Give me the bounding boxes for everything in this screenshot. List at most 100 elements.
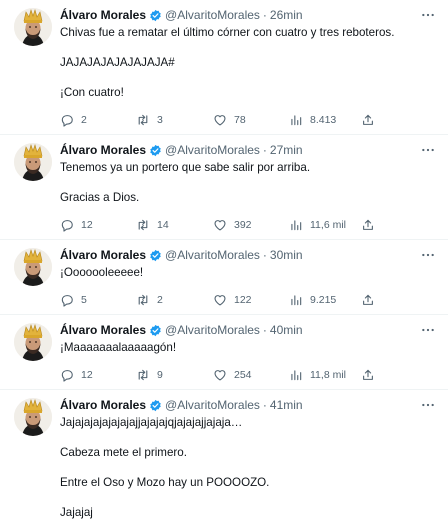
reply-icon — [61, 295, 73, 307]
reply-button[interactable]: 12 — [60, 368, 136, 382]
like-button[interactable]: 254 — [213, 368, 289, 382]
retweet-button[interactable]: 14 — [136, 218, 213, 232]
tweet-header: Álvaro Morales @AlvaritoMorales · 30min — [60, 247, 436, 263]
share-button[interactable] — [361, 218, 375, 232]
tweet-text-line: JAJAJAJAJAJAJAJA# — [60, 56, 175, 69]
more-icon[interactable] — [420, 7, 436, 23]
author-handle[interactable]: @AlvaritoMorales — [165, 7, 260, 23]
reply-count: 12 — [81, 219, 93, 231]
avatar[interactable] — [14, 248, 52, 286]
views-count: 8.413 — [310, 114, 337, 126]
tweet-content: Álvaro Morales @AlvaritoMorales · 41min … — [60, 397, 436, 520]
tweet-actions: 12 9 254 11,8 mil — [60, 361, 436, 389]
tweet[interactable]: Álvaro Morales @AlvaritoMorales · 41min … — [0, 390, 448, 520]
tweet[interactable]: Álvaro Morales @AlvaritoMorales · 26min … — [0, 0, 448, 135]
more-icon[interactable] — [420, 397, 436, 413]
avatar[interactable] — [14, 143, 52, 181]
share-button[interactable] — [361, 368, 375, 382]
tweet-actions: 12 14 392 11,6 mil — [60, 211, 436, 239]
timestamp[interactable]: 30min — [270, 247, 303, 263]
tweet-text: ¡Ooooooleeeee! — [60, 265, 436, 280]
tweet-text-gap — [60, 40, 436, 55]
tweet-text: Jajajajajajajajajjajajajqjajajajjajaja… C… — [60, 415, 436, 520]
tweet-text-line: Tenemos ya un portero que sabe salir por… — [60, 161, 311, 174]
reply-icon — [61, 220, 73, 232]
retweet-button[interactable]: 9 — [136, 368, 213, 382]
tweet-text: Tenemos ya un portero que sabe salir por… — [60, 160, 436, 205]
author-name[interactable]: Álvaro Morales — [60, 322, 146, 338]
author-name[interactable]: Álvaro Morales — [60, 7, 146, 23]
retweet-count: 9 — [157, 369, 163, 381]
tweet-text-line: ¡Ooooooleeeee! — [60, 266, 144, 279]
retweet-icon — [138, 219, 148, 231]
reply-button[interactable]: 12 — [60, 218, 136, 232]
author-handle[interactable]: @AlvaritoMorales — [165, 247, 260, 263]
timestamp[interactable]: 26min — [270, 7, 303, 23]
like-button[interactable]: 122 — [213, 293, 289, 307]
more-icon[interactable] — [420, 247, 436, 263]
like-count: 392 — [234, 219, 252, 231]
tweet-content: Álvaro Morales @AlvaritoMorales · 27min … — [60, 142, 436, 239]
tweet-text-line: Jajajaj — [60, 506, 93, 519]
timestamp[interactable]: 27min — [270, 142, 303, 158]
tweet-text-line: Cabeza mete el primero. — [60, 446, 187, 459]
views-button[interactable]: 9.215 — [289, 293, 361, 307]
timestamp[interactable]: 40min — [270, 322, 303, 338]
retweet-icon — [138, 294, 148, 306]
like-button[interactable]: 392 — [213, 218, 289, 232]
tweet-feed: Álvaro Morales @AlvaritoMorales · 26min … — [0, 0, 448, 524]
more-icon[interactable] — [420, 322, 436, 338]
tweet-text-gap — [60, 175, 436, 190]
tweet-text: ¡Maaaaaaalaaaaagón! — [60, 340, 436, 355]
reply-button[interactable]: 2 — [60, 113, 136, 127]
author-handle[interactable]: @AlvaritoMorales — [165, 397, 260, 413]
author-handle[interactable]: @AlvaritoMorales — [165, 322, 260, 338]
share-button[interactable] — [361, 293, 375, 307]
retweet-icon — [138, 114, 148, 126]
tweet-content: Álvaro Morales @AlvaritoMorales · 40min … — [60, 322, 436, 389]
reply-count: 5 — [81, 294, 87, 306]
tweet-text-gap — [60, 430, 436, 445]
retweet-icon — [138, 369, 148, 381]
tweet-header: Álvaro Morales @AlvaritoMorales · 41min — [60, 397, 436, 413]
timestamp[interactable]: 41min — [270, 397, 303, 413]
tweet[interactable]: Álvaro Morales @AlvaritoMorales · 30min … — [0, 240, 448, 315]
author-name[interactable]: Álvaro Morales — [60, 142, 146, 158]
tweet-header: Álvaro Morales @AlvaritoMorales · 40min — [60, 322, 436, 338]
verified-badge-icon — [150, 144, 161, 156]
views-button[interactable]: 11,6 mil — [289, 218, 361, 232]
more-icon[interactable] — [420, 142, 436, 158]
author-name[interactable]: Álvaro Morales — [60, 247, 146, 263]
verified-badge-icon — [150, 399, 161, 411]
views-icon — [291, 295, 302, 306]
reply-button[interactable]: 5 — [60, 293, 136, 307]
like-button[interactable]: 78 — [213, 113, 289, 127]
separator-dot: · — [262, 323, 267, 337]
avatar[interactable] — [14, 323, 52, 361]
retweet-count: 14 — [157, 219, 169, 231]
retweet-button[interactable]: 2 — [136, 293, 213, 307]
views-count: 11,6 mil — [310, 219, 346, 231]
avatar[interactable] — [14, 398, 52, 436]
tweet[interactable]: Álvaro Morales @AlvaritoMorales · 27min … — [0, 135, 448, 240]
views-icon — [291, 220, 302, 231]
views-button[interactable]: 8.413 — [289, 113, 361, 127]
tweet-text-line: ¡Maaaaaaalaaaaagón! — [60, 341, 177, 354]
share-icon — [363, 114, 373, 125]
author-name[interactable]: Álvaro Morales — [60, 397, 146, 413]
tweet-header: Álvaro Morales @AlvaritoMorales · 26min — [60, 7, 436, 23]
share-button[interactable] — [361, 113, 375, 127]
like-icon — [214, 115, 226, 126]
tweet[interactable]: Álvaro Morales @AlvaritoMorales · 40min … — [0, 315, 448, 390]
separator-dot: · — [262, 248, 267, 262]
author-handle[interactable]: @AlvaritoMorales — [165, 142, 260, 158]
like-count: 254 — [234, 369, 252, 381]
tweet-text-line: Gracias a Dios. — [60, 191, 140, 204]
tweet-text-gap — [60, 490, 436, 505]
retweet-button[interactable]: 3 — [136, 113, 213, 127]
avatar[interactable] — [14, 8, 52, 46]
share-icon — [363, 219, 373, 230]
views-button[interactable]: 11,8 mil — [289, 368, 361, 382]
views-icon — [291, 370, 302, 381]
share-icon — [363, 294, 373, 305]
